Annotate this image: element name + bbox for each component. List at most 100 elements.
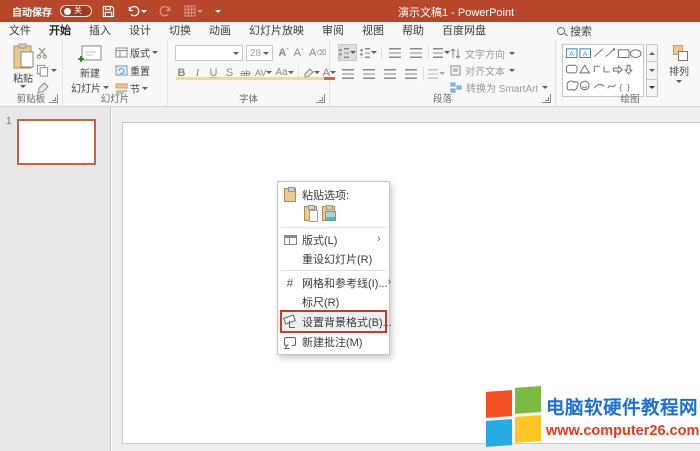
decrease-indent-button[interactable] bbox=[385, 44, 404, 61]
reset-button[interactable]: 重置 bbox=[115, 63, 158, 78]
spacing-dropdown-icon bbox=[266, 71, 272, 74]
menu-item-layout[interactable]: 版式(L) bbox=[278, 230, 389, 249]
scissors-icon bbox=[36, 46, 49, 59]
layout-button[interactable]: 版式 bbox=[115, 45, 158, 60]
format-background-icon bbox=[284, 315, 297, 328]
search-label: 搜索 bbox=[570, 23, 592, 39]
clear-formatting-button[interactable]: A⌫ bbox=[309, 45, 326, 60]
tab-review[interactable]: 审阅 bbox=[313, 21, 353, 41]
menu-item-format-background[interactable]: 设置背景格式(B)... bbox=[278, 311, 389, 332]
touch-mode-button[interactable] bbox=[182, 2, 205, 20]
new-slide-icon bbox=[77, 43, 103, 65]
tab-slideshow[interactable]: 幻灯片放映 bbox=[240, 21, 313, 41]
tab-home[interactable]: 开始 bbox=[40, 21, 80, 41]
slides-mini-buttons: 版式 重置 节 bbox=[115, 45, 158, 96]
menu-item-ruler[interactable]: 标尺(R) bbox=[278, 292, 389, 311]
menu-separator bbox=[281, 270, 386, 271]
highlight-color-button[interactable] bbox=[303, 65, 320, 80]
shapes-gallery[interactable]: A A { } bbox=[562, 44, 644, 97]
justify-icon bbox=[405, 69, 417, 79]
slide-number: 1 bbox=[6, 116, 12, 127]
align-left-button[interactable] bbox=[338, 65, 357, 82]
line-spacing-button[interactable] bbox=[432, 44, 451, 61]
new-slide-dropdown-icon bbox=[103, 86, 109, 89]
search-input[interactable]: 搜索 bbox=[557, 23, 592, 39]
increase-indent-button[interactable] bbox=[406, 44, 425, 61]
shapes-scroll-down-button[interactable] bbox=[646, 62, 658, 79]
group-label-paragraph: 段落 bbox=[330, 91, 555, 105]
menu-item-reset-slide[interactable]: 重设幻灯片(R) bbox=[278, 249, 389, 268]
menu-item-new-comment[interactable]: 新建批注(M) bbox=[278, 332, 389, 351]
paragraph-row-2 bbox=[338, 65, 446, 82]
autosave-toggle[interactable]: 关 bbox=[60, 5, 92, 17]
paste-as-picture-button[interactable] bbox=[322, 206, 335, 221]
new-slide-label-1: 新建 bbox=[80, 65, 100, 80]
cut-button[interactable] bbox=[36, 45, 57, 60]
paste-options-label: 粘贴选项: bbox=[302, 187, 389, 203]
tab-view[interactable]: 视图 bbox=[353, 21, 393, 41]
submenu-arrow-icon bbox=[377, 234, 389, 245]
tab-baidu-netdisk[interactable]: 百度网盘 bbox=[433, 21, 495, 41]
menu-item-grid-guides[interactable]: 网格和参考线(I)... bbox=[278, 273, 389, 292]
font-buttons-row: B I U S ab AV Aa A bbox=[175, 65, 336, 80]
svg-text:A: A bbox=[569, 51, 574, 58]
copy-button[interactable] bbox=[36, 63, 57, 78]
copy-icon bbox=[36, 64, 49, 77]
bullets-dropdown-icon bbox=[350, 51, 356, 54]
align-text-icon bbox=[450, 65, 461, 76]
arrange-button[interactable]: 排列 bbox=[664, 45, 694, 101]
group-label-slides: 幻灯片 bbox=[63, 91, 167, 105]
paragraph-row-1 bbox=[338, 44, 451, 61]
divider bbox=[381, 46, 382, 60]
slide-thumbnail[interactable] bbox=[17, 119, 96, 165]
layout-dropdown-icon bbox=[152, 51, 158, 54]
section-dropdown-icon bbox=[142, 87, 148, 90]
tab-file[interactable]: 文件 bbox=[0, 21, 40, 41]
tab-design[interactable]: 设计 bbox=[120, 21, 160, 41]
shrink-font-button[interactable]: Aˇ bbox=[292, 45, 305, 60]
font-size-select[interactable]: 28 bbox=[246, 45, 273, 61]
search-icon bbox=[557, 27, 565, 35]
divider bbox=[423, 67, 424, 81]
clipboard-dialog-launcher[interactable] bbox=[49, 94, 58, 103]
qat-customize-button[interactable] bbox=[213, 2, 223, 20]
bullets-button[interactable] bbox=[338, 44, 357, 61]
justify-button[interactable] bbox=[401, 65, 420, 82]
font-name-select[interactable] bbox=[175, 45, 243, 61]
paste-options-row bbox=[278, 204, 389, 225]
numbering-button[interactable] bbox=[359, 44, 378, 61]
tab-animations[interactable]: 动画 bbox=[200, 21, 240, 41]
paragraph-dialog-launcher[interactable] bbox=[542, 94, 551, 103]
columns-button[interactable] bbox=[427, 65, 446, 82]
undo-button[interactable] bbox=[125, 2, 149, 20]
decrease-indent-icon bbox=[389, 48, 401, 58]
tab-help[interactable]: 帮助 bbox=[393, 21, 433, 41]
align-center-icon bbox=[363, 69, 375, 79]
align-right-button[interactable] bbox=[380, 65, 399, 82]
shrink-font-icon: A bbox=[294, 47, 301, 59]
align-left-icon bbox=[342, 69, 354, 79]
grow-font-button[interactable]: Aˆ bbox=[277, 45, 290, 60]
font-dialog-launcher[interactable] bbox=[316, 94, 325, 103]
highlight-pen-icon bbox=[303, 68, 314, 78]
scroll-down-icon bbox=[649, 69, 655, 72]
redo-button[interactable] bbox=[157, 2, 174, 20]
group-slides: 新建 幻灯片 版式 重置 节 幻灯片 bbox=[63, 40, 168, 106]
ribbon: 粘贴 剪贴板 新建 幻灯片 bbox=[0, 40, 700, 107]
reset-icon bbox=[115, 65, 128, 76]
align-center-button[interactable] bbox=[359, 65, 378, 82]
group-font: 28 Aˆ Aˇ A⌫ B I U S ab AV Aa A 字体 bbox=[168, 40, 330, 106]
font-name-dropdown-icon bbox=[233, 52, 239, 55]
tab-insert[interactable]: 插入 bbox=[80, 21, 120, 41]
slide-thumbnail-panel[interactable]: 1 bbox=[0, 107, 111, 451]
paste-use-theme-button[interactable] bbox=[304, 206, 317, 221]
align-text-button[interactable]: 对齐文本 bbox=[450, 63, 548, 78]
text-direction-button[interactable]: 文字方向 bbox=[450, 46, 548, 61]
scroll-up-icon bbox=[649, 52, 655, 55]
text-direction-dropdown-icon bbox=[509, 52, 515, 55]
save-button[interactable] bbox=[100, 2, 117, 20]
grow-font-icon: A bbox=[278, 47, 286, 59]
shapes-scroll-up-button[interactable] bbox=[646, 44, 658, 62]
group-clipboard: 粘贴 剪贴板 bbox=[0, 40, 63, 106]
tab-transitions[interactable]: 切换 bbox=[160, 21, 200, 41]
